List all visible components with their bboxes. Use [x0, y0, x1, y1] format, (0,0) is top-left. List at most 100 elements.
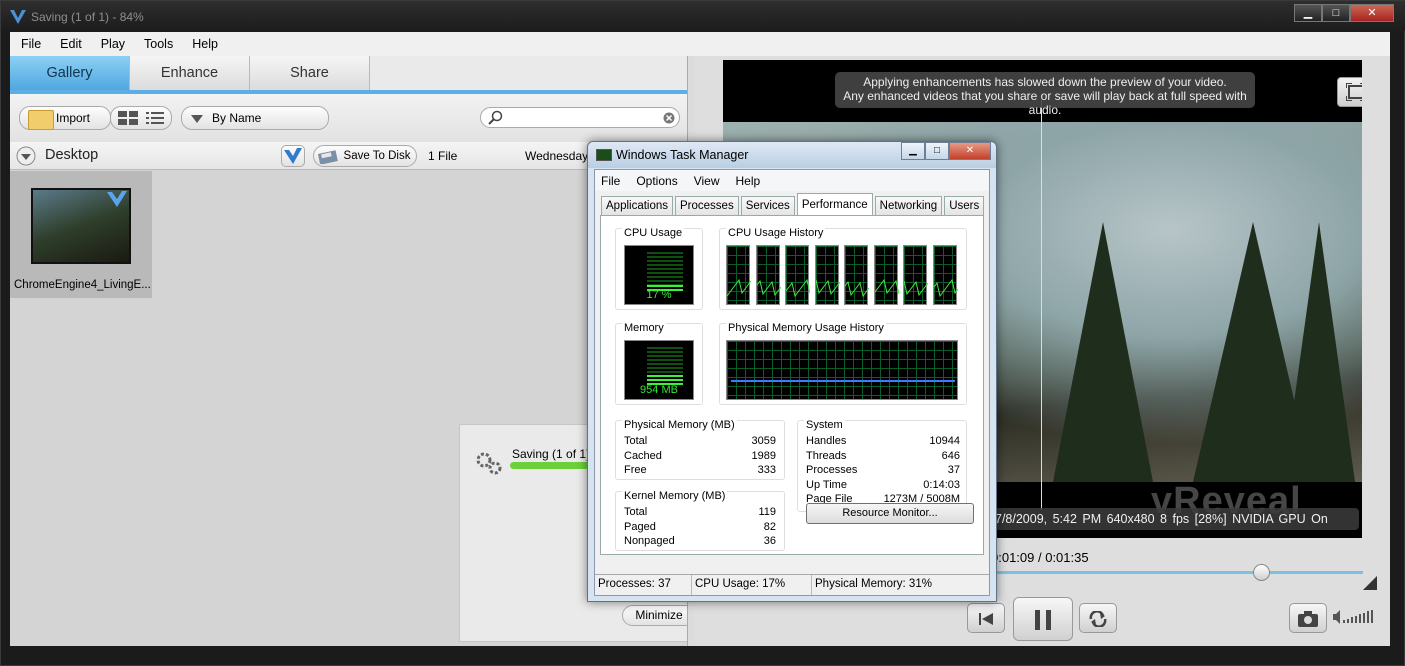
save-to-disk-button[interactable]: Save To Disk: [313, 145, 417, 167]
search-input[interactable]: [480, 107, 680, 128]
minimize-window-button[interactable]: ▁: [1294, 4, 1322, 22]
grid-view-icon: [118, 111, 138, 125]
loop-button[interactable]: [1079, 603, 1117, 633]
import-label: Import: [55, 111, 90, 125]
import-button[interactable]: Import: [19, 106, 111, 130]
menu-edit[interactable]: Edit: [60, 37, 82, 51]
tm-menu-options[interactable]: Options: [636, 174, 677, 188]
system-title: System: [804, 419, 845, 431]
menu-tools[interactable]: Tools: [144, 37, 173, 51]
seek-track[interactable]: [991, 571, 1363, 574]
pause-icon: [1035, 609, 1051, 630]
resource-monitor-button[interactable]: Resource Monitor...: [806, 503, 974, 524]
task-manager-title-bar[interactable]: Windows Task Manager ▁ □ ✕: [588, 142, 996, 168]
tab-share[interactable]: Share: [250, 56, 370, 90]
kernel-memory-key: Total: [624, 506, 648, 518]
physical-memory-row: Free 333: [624, 464, 776, 479]
kernel-memory-value: 36: [763, 535, 776, 548]
save-to-disk-label: Save To Disk: [343, 150, 411, 162]
tm-maximize-button[interactable]: □: [925, 142, 949, 160]
close-window-button[interactable]: ✕: [1350, 4, 1394, 22]
phys-history-line: [731, 380, 955, 382]
tm-tab-users[interactable]: Users: [944, 196, 985, 215]
kernel-memory-row: Nonpaged 36: [624, 535, 776, 550]
memory-meter: 954 MB: [624, 340, 694, 400]
tm-minimize-button[interactable]: ▁: [901, 142, 925, 160]
physical-memory-title: Physical Memory (MB): [622, 419, 737, 431]
cpu-usage-value: 17 %: [646, 289, 672, 301]
title-bar[interactable]: Saving (1 of 1) - 84% ▁ □ ✕: [1, 1, 1405, 31]
folder-icon: [28, 110, 54, 130]
system-row: Threads 646: [806, 450, 960, 465]
task-manager-window: Windows Task Manager ▁ □ ✕ File Options …: [587, 141, 997, 602]
physical-memory-row: Cached 1989: [624, 450, 776, 465]
video-thumbnail[interactable]: [31, 188, 131, 264]
task-manager-icon: [596, 149, 612, 161]
tm-tabs: Applications Processes Services Performa…: [601, 193, 986, 216]
system-key: Up Time: [806, 478, 847, 491]
tm-menu-bar: File Options View Help: [595, 170, 989, 191]
tab-enhance[interactable]: Enhance: [130, 56, 250, 90]
snapshot-button[interactable]: [1289, 603, 1327, 633]
pause-button[interactable]: [1013, 597, 1073, 641]
tm-menu-file[interactable]: File: [601, 174, 620, 188]
minimize-button[interactable]: Minimize: [622, 605, 696, 626]
selected-check-icon: [107, 191, 127, 207]
physical-memory-key: Cached: [624, 449, 662, 462]
window-title: Saving (1 of 1) - 84%: [31, 10, 144, 24]
memory-label: Memory: [622, 322, 666, 334]
notice-line-2: Any enhanced videos that you share or sa…: [843, 89, 1247, 117]
previous-button[interactable]: [967, 603, 1005, 633]
search-icon: [488, 110, 503, 125]
enhancement-notice: Applying enhancements has slowed down th…: [835, 72, 1255, 117]
tab-gallery[interactable]: Gallery: [10, 56, 130, 90]
notice-line-1: Applying enhancements has slowed down th…: [863, 75, 1227, 89]
status-cpu: CPU Usage: 17%: [692, 575, 812, 595]
collapse-folder-icon[interactable]: [16, 146, 36, 166]
tm-menu-view[interactable]: View: [694, 174, 720, 188]
tm-tab-applications[interactable]: Applications: [601, 196, 674, 215]
tm-tab-services[interactable]: Services: [740, 196, 795, 215]
tm-close-button[interactable]: ✕: [949, 142, 991, 160]
system-row: Handles 10944: [806, 435, 960, 450]
tm-tab-networking[interactable]: Networking: [874, 196, 943, 215]
tm-status-bar: Processes: 37 CPU Usage: 17% Physical Me…: [595, 574, 989, 595]
clear-search-icon[interactable]: [663, 112, 675, 124]
menu-play[interactable]: Play: [101, 37, 125, 51]
phys-history-label: Physical Memory Usage History: [726, 322, 886, 334]
fullscreen-button[interactable]: [1337, 77, 1362, 107]
physical-memory-row: Total 3059: [624, 435, 776, 450]
task-manager-body: File Options View Help Applications Proc…: [594, 169, 990, 596]
tm-menu-help[interactable]: Help: [736, 174, 761, 188]
cpu-history-label: CPU Usage History: [726, 227, 826, 239]
cpu-core-history-graph: [726, 245, 752, 305]
cpu-usage-group: CPU Usage 17 %: [615, 227, 703, 310]
checkmark-icon: [284, 148, 302, 164]
system-key: Processes: [806, 464, 858, 477]
physical-memory-group: Physical Memory (MB) Total 3059 Cached 1989…: [615, 419, 785, 480]
select-all-button[interactable]: [281, 145, 305, 167]
seek-knob[interactable]: [1253, 564, 1271, 581]
volume-icon[interactable]: [1333, 609, 1377, 625]
phys-history-graph: [726, 340, 958, 400]
kernel-memory-row: Paged 82: [624, 521, 776, 536]
cpu-usage-meter: 17 %: [624, 245, 694, 305]
system-stats: Handles 10944 Threads 646 Processes 37 Up Time…: [806, 435, 960, 508]
kernel-memory-group: Kernel Memory (MB) Total 119 Paged 82 Nonpag…: [615, 490, 785, 551]
tm-tab-processes[interactable]: Processes: [675, 196, 739, 215]
system-value: 37: [947, 464, 960, 477]
physical-memory-key: Total: [624, 435, 648, 447]
kernel-memory-row: Total 119: [624, 506, 776, 521]
menu-help[interactable]: Help: [192, 37, 218, 51]
gallery-item[interactable]: ChromeEngine4_LivingE...: [10, 171, 152, 298]
sort-dropdown[interactable]: By Name: [181, 106, 329, 130]
view-mode-toggle[interactable]: [110, 106, 172, 130]
physical-memory-stats: Total 3059 Cached 1989 Free 333: [624, 435, 776, 479]
tm-tab-performance[interactable]: Performance: [796, 193, 873, 215]
menu-bar: File Edit Play Tools Help: [10, 32, 1390, 56]
system-value: 646: [941, 449, 960, 462]
menu-file[interactable]: File: [21, 37, 41, 51]
maximize-window-button[interactable]: □: [1322, 4, 1350, 22]
physical-memory-value: 3059: [751, 435, 776, 447]
split-line[interactable]: [1041, 100, 1042, 510]
